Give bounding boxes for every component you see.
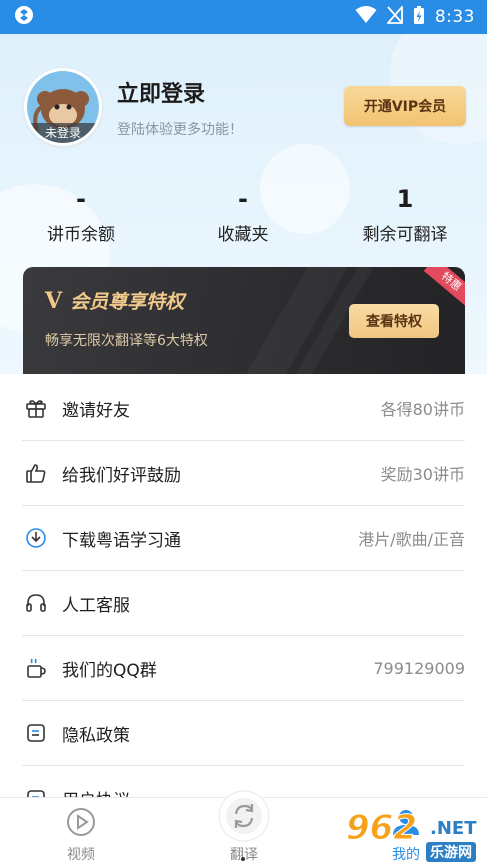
- menu-label: 我们的QQ群: [62, 660, 157, 681]
- watermark-site-name: 乐游网: [426, 842, 476, 862]
- stat-coin-balance[interactable]: - 讲币余额: [1, 184, 161, 245]
- vip-card-title-text: 会员尊享特权: [70, 291, 185, 313]
- download-icon: [22, 524, 50, 552]
- coffee-cup-icon: [22, 654, 50, 682]
- nav-label: 视频: [67, 847, 95, 863]
- battery-charging-icon: [413, 5, 425, 30]
- menu-item-qq-group[interactable]: 我们的QQ群 799129009: [22, 636, 465, 701]
- refresh-icon: [218, 790, 270, 846]
- open-vip-button[interactable]: 开通VIP会员: [344, 86, 466, 126]
- stat-label: 收藏夹: [217, 225, 269, 245]
- home-indicator-dot: [241, 857, 245, 861]
- app-notification-icon: [14, 5, 34, 29]
- stat-label: 剩余可翻译: [362, 225, 448, 245]
- vip-v-logo: V: [45, 287, 63, 314]
- menu-value: 799129009: [373, 658, 465, 678]
- discount-ribbon: 特惠: [423, 267, 465, 307]
- stat-value: -: [76, 185, 86, 213]
- watermark-number: 962: [346, 808, 418, 849]
- stat-translations-left[interactable]: 1 剩余可翻译: [325, 184, 485, 245]
- nav-label: 翻译: [230, 847, 258, 863]
- stat-label: 讲币余额: [47, 225, 115, 245]
- login-subtitle: 登陆体验更多功能！: [117, 122, 243, 138]
- menu-value: 港片/歌曲/正音: [358, 530, 465, 549]
- menu-value: 各得80讲币: [380, 400, 465, 419]
- menu-label: 邀请好友: [62, 400, 130, 421]
- clock: 8:33: [434, 7, 475, 27]
- menu-value: 奖励30讲币: [380, 465, 465, 484]
- document-icon: [22, 719, 50, 747]
- menu-label: 隐私政策: [62, 725, 130, 746]
- menu-item-download-app[interactable]: 下载粤语学习通 港片/歌曲/正音: [22, 506, 465, 571]
- menu-item-invite-friends[interactable]: 邀请好友 各得80讲币: [22, 376, 465, 441]
- view-privileges-button[interactable]: 查看特权: [349, 304, 439, 338]
- wifi-icon: [355, 5, 377, 29]
- nav-tab-video[interactable]: 视频: [31, 798, 131, 867]
- no-signal-icon: [385, 4, 403, 29]
- menu-label: 下载粤语学习通: [62, 530, 181, 551]
- play-icon: [65, 806, 97, 842]
- headset-icon: [22, 589, 50, 617]
- stats-row: - 讲币余额 - 收藏夹 1 剩余可翻译: [0, 184, 487, 254]
- gift-icon: [22, 394, 50, 422]
- vip-card-title: V 会员尊享特权: [45, 287, 184, 314]
- stat-favorites[interactable]: - 收藏夹: [163, 184, 323, 245]
- login-title[interactable]: 立即登录: [117, 76, 205, 108]
- menu-item-privacy-policy[interactable]: 隐私政策: [22, 701, 465, 766]
- menu-item-customer-service[interactable]: 人工客服: [22, 571, 465, 636]
- stat-value: 1: [396, 185, 414, 213]
- thumbs-up-icon: [22, 459, 50, 487]
- stat-value: -: [238, 185, 248, 213]
- watermark-net: .NET: [430, 818, 477, 839]
- profile-header: 未登录 立即登录 登陆体验更多功能！ 开通VIP会员 - 讲币余额 - 收藏夹 …: [0, 34, 487, 374]
- avatar-status-badge: 未登录: [27, 123, 99, 143]
- status-right: 8:33: [355, 4, 475, 30]
- vip-card-subtitle: 畅享无限次翻译等6大特权: [45, 333, 208, 349]
- menu-item-rate-us[interactable]: 给我们好评鼓励 奖励30讲币: [22, 441, 465, 506]
- site-watermark: 962 .NET 乐游网: [346, 806, 484, 864]
- vip-privileges-card[interactable]: V 会员尊享特权 畅享无限次翻译等6大特权 查看特权 特惠: [23, 267, 465, 374]
- status-left: [14, 5, 34, 29]
- menu-label: 人工客服: [62, 595, 130, 616]
- avatar[interactable]: 未登录: [24, 68, 102, 146]
- status-bar: 8:33: [0, 0, 487, 34]
- menu-label: 给我们好评鼓励: [62, 465, 181, 486]
